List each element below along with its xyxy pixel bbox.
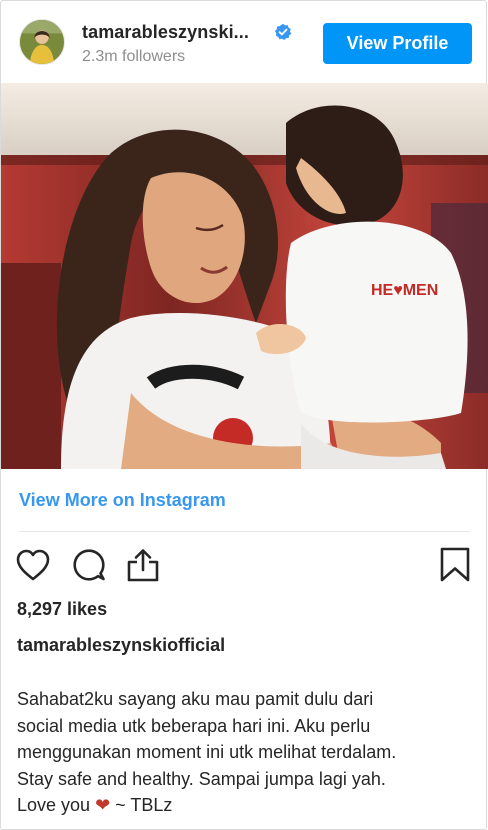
like-count: 8,297 likes bbox=[17, 599, 108, 619]
follower-count: 2.3m followers bbox=[82, 48, 186, 65]
avatar[interactable] bbox=[19, 19, 65, 65]
comment-icon[interactable] bbox=[70, 546, 108, 584]
avatar-image bbox=[20, 20, 64, 64]
post-owner-username[interactable]: tamarableszynskiofficial bbox=[17, 635, 225, 656]
post-photo[interactable]: HE♥MEN bbox=[1, 83, 488, 469]
share-upload-icon[interactable] bbox=[124, 546, 162, 584]
view-more-on-instagram-link[interactable]: View More on Instagram bbox=[19, 490, 226, 511]
caption-signoff: ~ TBLz bbox=[110, 795, 173, 815]
bookmark-icon[interactable] bbox=[436, 546, 474, 584]
heart-outline-icon[interactable] bbox=[14, 546, 52, 584]
verified-badge-icon bbox=[274, 23, 292, 41]
username[interactable]: tamarableszynski... bbox=[82, 22, 249, 43]
divider bbox=[19, 531, 470, 532]
red-heart-emoji-icon: ❤ bbox=[95, 795, 111, 815]
svg-text:HE♥MEN: HE♥MEN bbox=[371, 282, 438, 299]
view-profile-button[interactable]: View Profile bbox=[323, 23, 472, 64]
post-caption: Sahabat2ku sayang aku mau pamit dulu dar… bbox=[17, 686, 479, 819]
post-header: tamarableszynski... 2.3m followers View … bbox=[1, 1, 488, 83]
instagram-embed-card: tamarableszynski... 2.3m followers View … bbox=[0, 0, 488, 830]
caption-text: Sahabat2ku sayang aku mau pamit dulu dar… bbox=[17, 689, 397, 815]
post-photo-image: HE♥MEN bbox=[1, 83, 488, 469]
